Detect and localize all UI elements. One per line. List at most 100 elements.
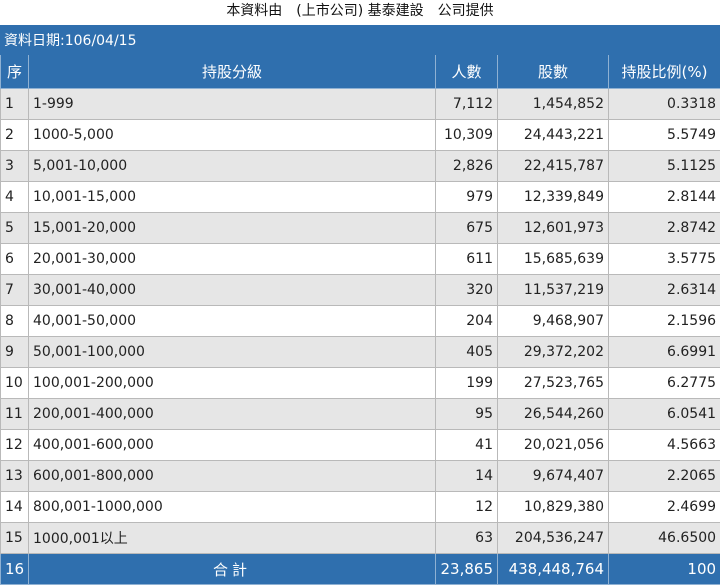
cell-seq: 6 xyxy=(0,243,29,275)
cell-ratio: 2.4699 xyxy=(607,491,720,523)
cell-ratio: 4.5663 xyxy=(607,429,720,461)
cell-level: 200,001-400,000 xyxy=(28,398,436,430)
cell-shares: 27,523,765 xyxy=(497,367,609,399)
cell-seq: 5 xyxy=(0,212,29,244)
cell-people: 204 xyxy=(435,305,498,337)
cell-seq: 15 xyxy=(0,522,29,554)
header-level: 持股分級 xyxy=(28,54,436,89)
data-date-label: 資料日期:106/04/15 xyxy=(0,25,720,55)
cell-level: 1-999 xyxy=(28,88,436,120)
total-seq: 16 xyxy=(0,553,29,585)
cell-level: 1000,001以上 xyxy=(28,522,436,554)
cell-level: 800,001-1000,000 xyxy=(28,491,436,523)
cell-ratio: 2.1596 xyxy=(607,305,720,337)
cell-seq: 1 xyxy=(0,88,29,120)
cell-shares: 12,339,849 xyxy=(497,181,609,213)
cell-ratio: 2.2065 xyxy=(607,460,720,492)
cell-shares: 9,468,907 xyxy=(497,305,609,337)
total-row: 16 合計 23,865 438,448,764 100 xyxy=(0,553,720,585)
cell-people: 7,112 xyxy=(435,88,498,120)
table-row: 14 800,001-1000,000 12 10,829,380 2.4699 xyxy=(0,491,720,523)
cell-people: 10,309 xyxy=(435,119,498,151)
cell-ratio: 3.5775 xyxy=(607,243,720,275)
cell-shares: 29,372,202 xyxy=(497,336,609,368)
cell-people: 405 xyxy=(435,336,498,368)
table-row: 3 5,001-10,000 2,826 22,415,787 5.1125 xyxy=(0,150,720,182)
cell-ratio: 46.6500 xyxy=(607,522,720,554)
cell-ratio: 0.3318 xyxy=(607,88,720,120)
table-row: 10 100,001-200,000 199 27,523,765 6.2775 xyxy=(0,367,720,399)
cell-people: 14 xyxy=(435,460,498,492)
cell-level: 10,001-15,000 xyxy=(28,181,436,213)
table-body: 1 1-999 7,112 1,454,852 0.3318 2 1000-5,000 10,… xyxy=(0,88,720,554)
cell-shares: 11,537,219 xyxy=(497,274,609,306)
table-row: 9 50,001-100,000 405 29,372,202 6.6991 xyxy=(0,336,720,368)
table-row: 5 15,001-20,000 675 12,601,973 2.8742 xyxy=(0,212,720,244)
total-people: 23,865 xyxy=(435,553,498,585)
cell-shares: 1,454,852 xyxy=(497,88,609,120)
cell-level: 400,001-600,000 xyxy=(28,429,436,461)
cell-seq: 4 xyxy=(0,181,29,213)
cell-people: 63 xyxy=(435,522,498,554)
table-row: 1 1-999 7,112 1,454,852 0.3318 xyxy=(0,88,720,120)
cell-shares: 20,021,056 xyxy=(497,429,609,461)
cell-seq: 10 xyxy=(0,367,29,399)
table-row: 4 10,001-15,000 979 12,339,849 2.8144 xyxy=(0,181,720,213)
cell-seq: 12 xyxy=(0,429,29,461)
cell-ratio: 6.6991 xyxy=(607,336,720,368)
cell-ratio: 2.6314 xyxy=(607,274,720,306)
header-row: 序 持股分級 人數 股數 持股比例(%) xyxy=(0,54,720,89)
cell-level: 20,001-30,000 xyxy=(28,243,436,275)
cell-seq: 13 xyxy=(0,460,29,492)
table-row: 15 1000,001以上 63 204,536,247 46.6500 xyxy=(0,522,720,554)
cell-ratio: 5.1125 xyxy=(607,150,720,182)
cell-level: 40,001-50,000 xyxy=(28,305,436,337)
cell-seq: 11 xyxy=(0,398,29,430)
header-people: 人數 xyxy=(435,54,498,89)
cell-seq: 3 xyxy=(0,150,29,182)
cell-people: 675 xyxy=(435,212,498,244)
cell-people: 95 xyxy=(435,398,498,430)
cell-ratio: 2.8742 xyxy=(607,212,720,244)
cell-shares: 24,443,221 xyxy=(497,119,609,151)
cell-level: 30,001-40,000 xyxy=(28,274,436,306)
cell-seq: 9 xyxy=(0,336,29,368)
cell-people: 611 xyxy=(435,243,498,275)
cell-seq: 14 xyxy=(0,491,29,523)
cell-seq: 8 xyxy=(0,305,29,337)
cell-people: 199 xyxy=(435,367,498,399)
cell-people: 979 xyxy=(435,181,498,213)
total-shares: 438,448,764 xyxy=(497,553,609,585)
cell-shares: 9,674,407 xyxy=(497,460,609,492)
cell-level: 50,001-100,000 xyxy=(28,336,436,368)
date-row: 資料日期:106/04/15 xyxy=(0,25,720,55)
total-label: 合計 xyxy=(28,553,436,585)
table-row: 8 40,001-50,000 204 9,468,907 2.1596 xyxy=(0,305,720,337)
cell-shares: 22,415,787 xyxy=(497,150,609,182)
cell-ratio: 5.5749 xyxy=(607,119,720,151)
table-row: 11 200,001-400,000 95 26,544,260 6.0541 xyxy=(0,398,720,430)
table-row: 12 400,001-600,000 41 20,021,056 4.5663 xyxy=(0,429,720,461)
header-shares: 股數 xyxy=(497,54,609,89)
cell-people: 2,826 xyxy=(435,150,498,182)
cell-level: 600,001-800,000 xyxy=(28,460,436,492)
cell-shares: 12,601,973 xyxy=(497,212,609,244)
cell-ratio: 6.0541 xyxy=(607,398,720,430)
header-ratio: 持股比例(%) xyxy=(607,54,720,89)
table-caption: 本資料由 (上市公司) 基泰建設 公司提供 xyxy=(226,3,494,19)
cell-shares: 26,544,260 xyxy=(497,398,609,430)
cell-seq: 2 xyxy=(0,119,29,151)
cell-shares: 10,829,380 xyxy=(497,491,609,523)
table-row: 13 600,001-800,000 14 9,674,407 2.2065 xyxy=(0,460,720,492)
cell-shares: 15,685,639 xyxy=(497,243,609,275)
cell-level: 1000-5,000 xyxy=(28,119,436,151)
table-row: 2 1000-5,000 10,309 24,443,221 5.5749 xyxy=(0,119,720,151)
table-row: 6 20,001-30,000 611 15,685,639 3.5775 xyxy=(0,243,720,275)
cell-ratio: 2.8144 xyxy=(607,181,720,213)
header-seq: 序 xyxy=(0,54,29,89)
cell-people: 12 xyxy=(435,491,498,523)
total-ratio: 100 xyxy=(607,553,720,585)
cell-level: 100,001-200,000 xyxy=(28,367,436,399)
shareholding-table: 資料日期:106/04/15 序 持股分級 人數 股數 持股比例(%) 1 1-9… xyxy=(0,25,720,585)
cell-seq: 7 xyxy=(0,274,29,306)
